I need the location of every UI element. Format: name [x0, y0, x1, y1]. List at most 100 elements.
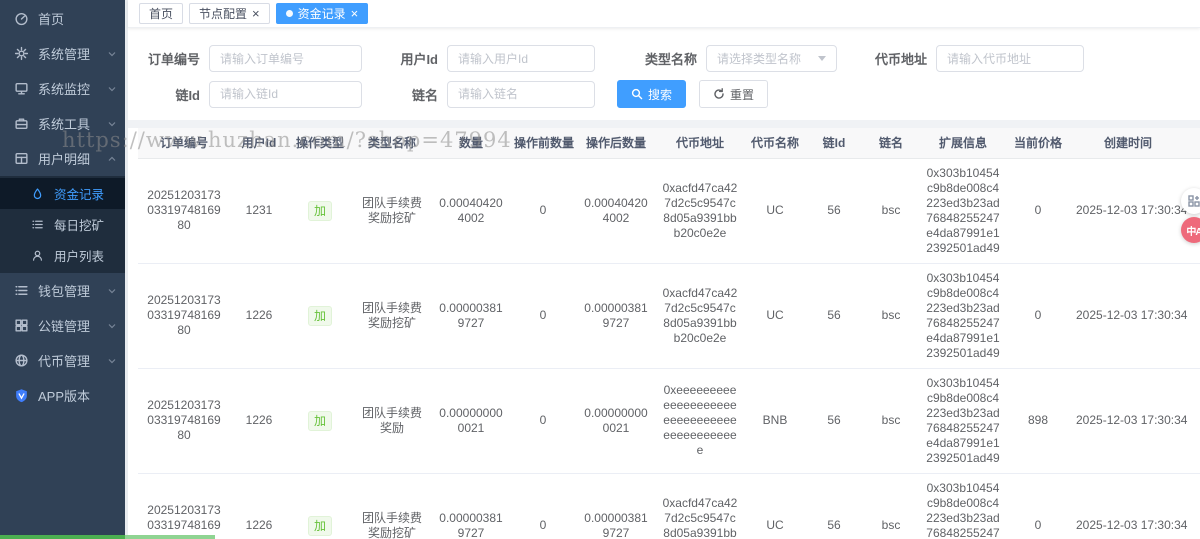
cell-op-type: 加: [288, 368, 352, 473]
table-row[interactable]: 202512031730331974816980 1226 加 团队手续费奖励 …: [138, 368, 1200, 473]
cell-current-price: 898: [1006, 368, 1070, 473]
order-no-input[interactable]: [209, 45, 362, 72]
sidebar-item-user-detail[interactable]: 用户明细: [0, 141, 125, 176]
chevron-down-icon: [107, 356, 117, 366]
reset-button[interactable]: 重置: [699, 80, 768, 108]
reset-button-label: 重置: [730, 86, 754, 103]
type-name-select-placeholder: 请选择类型名称: [717, 50, 801, 67]
cell-before-qty: 0: [510, 473, 576, 539]
user-icon: [30, 248, 45, 263]
cell-chain-id: 56: [806, 263, 862, 368]
cell-token-name: UC: [744, 158, 806, 263]
table-row[interactable]: 202512031730331974816980 1226 加 团队手续费奖励挖…: [138, 473, 1200, 539]
cell-user-id: 1226: [230, 473, 288, 539]
cell-token-name: UC: [744, 263, 806, 368]
search-button[interactable]: 搜索: [617, 80, 686, 108]
chevron-down-icon: [107, 321, 117, 331]
cell-ext-info: 0x303b10454c9b8de008c4223ed3b23ad7684825…: [920, 473, 1006, 539]
bottom-progress-bar: [0, 535, 215, 539]
cell-remark: 十代奖励: [1186, 263, 1200, 368]
sidebar-item-token-mgmt[interactable]: 代币管理: [0, 343, 125, 378]
sidebar-item-system-monitor[interactable]: 系统监控: [0, 71, 125, 106]
cell-chain-name: bsc: [862, 158, 920, 263]
cell-chain-name: bsc: [862, 263, 920, 368]
cell-type-name: 团队手续费奖励挖矿: [352, 158, 432, 263]
cell-quantity: 0.000003819727: [432, 473, 510, 539]
cell-order-no: 202512031730331974816980: [138, 158, 230, 263]
close-icon[interactable]: [252, 7, 260, 20]
sidebar-item-label: 钱包管理: [38, 281, 107, 300]
user-id-input[interactable]: [447, 45, 595, 72]
tab-home[interactable]: 首页: [139, 3, 183, 24]
user-id-label: 用户Id: [392, 49, 438, 68]
cell-token-name: UC: [744, 473, 806, 539]
cell-user-id: 1226: [230, 368, 288, 473]
tab-label: 资金记录: [298, 5, 346, 22]
type-name-select[interactable]: 请选择类型名称: [706, 45, 837, 72]
sidebar-item-system-tools[interactable]: 系统工具: [0, 106, 125, 141]
cell-type-name: 团队手续费奖励挖矿: [352, 263, 432, 368]
table-row[interactable]: 202512031730331974816980 1231 加 团队手续费奖励挖…: [138, 158, 1200, 263]
table-row[interactable]: 202512031730331974816980 1226 加 团队手续费奖励挖…: [138, 263, 1200, 368]
sidebar-item-user-list[interactable]: 用户列表: [0, 240, 125, 271]
widget-grid-button[interactable]: [1181, 188, 1200, 214]
table-header-cell: 代币名称: [744, 128, 806, 158]
cell-op-type: 加: [288, 263, 352, 368]
token-addr-input[interactable]: [936, 45, 1084, 72]
op-type-badge: 加: [308, 411, 332, 431]
tab-label: 节点配置: [199, 5, 247, 22]
droplet-icon: [30, 186, 45, 201]
sidebar-item-chain-mgmt[interactable]: 公链管理: [0, 308, 125, 343]
sidebar-item-daily-mining[interactable]: 每日挖矿: [0, 209, 125, 240]
table-header-row: 订单编号用户Id操作类型类型名称数量操作前数量操作后数量代币地址代币名称链Id链…: [138, 128, 1200, 158]
grid-plus-icon: [1187, 194, 1200, 208]
chain-id-input[interactable]: [209, 81, 362, 108]
table-icon: [14, 151, 29, 166]
sidebar-item-label: 系统管理: [38, 44, 107, 63]
sidebar-item-label: 首页: [38, 9, 117, 28]
cell-created-time: 2025-12-03 17:30:34: [1070, 263, 1186, 368]
table-header-cell: 扩展信息: [920, 128, 1006, 158]
chain-name-input[interactable]: [447, 81, 595, 108]
sidebar-submenu-user-detail: 资金记录 每日挖矿 用户列表: [0, 176, 125, 273]
table-header-cell: 链名: [862, 128, 920, 158]
sidebar-item-label: 系统工具: [38, 114, 107, 133]
sidebar-item-fund-records[interactable]: 资金记录: [0, 178, 125, 209]
tab-node-config[interactable]: 节点配置: [189, 3, 270, 24]
close-icon[interactable]: [351, 7, 359, 20]
admin-app: 首页 系统管理 系统监控 系统工具 用: [0, 0, 1200, 539]
cell-token-address: 0xeeeeeeeeeeeeeeeeeeeeeeeeeeeeeeeeeeeeee…: [656, 368, 744, 473]
translate-button[interactable]: 中A: [1181, 217, 1200, 243]
sidebar-item-label: 系统监控: [38, 79, 107, 98]
cell-after-qty: 0.000000000021: [576, 368, 656, 473]
sidebar-item-home[interactable]: 首页: [0, 1, 125, 36]
cell-user-id: 1231: [230, 158, 288, 263]
progress-segment-light: [125, 535, 215, 539]
tab-fund-records[interactable]: 资金记录: [276, 3, 369, 24]
chevron-down-icon: [107, 84, 117, 94]
cell-created-time: 2025-12-03 17:30:34: [1070, 473, 1186, 539]
chain-id-label: 链Id: [142, 85, 200, 104]
op-type-badge: 加: [308, 201, 332, 221]
cell-type-name: 团队手续费奖励挖矿: [352, 473, 432, 539]
cell-current-price: 0: [1006, 158, 1070, 263]
sidebar-item-system-mgmt[interactable]: 系统管理: [0, 36, 125, 71]
sidebar-item-label: 用户列表: [54, 246, 117, 265]
sidebar-item-wallet-mgmt[interactable]: 钱包管理: [0, 273, 125, 308]
dashboard-icon: [14, 11, 29, 26]
cell-chain-name: bsc: [862, 473, 920, 539]
sidebar-item-label: 用户明细: [38, 149, 107, 168]
toolbox-icon: [14, 116, 29, 131]
table-header-cell: 备注: [1186, 128, 1200, 158]
fund-records-table: 订单编号用户Id操作类型类型名称数量操作前数量操作后数量代币地址代币名称链Id链…: [138, 128, 1200, 539]
gear-icon: [14, 46, 29, 61]
table-header-cell: 操作后数量: [576, 128, 656, 158]
list-icon: [30, 217, 45, 232]
cell-quantity: 0.000003819727: [432, 263, 510, 368]
sidebar-item-app-version[interactable]: APP版本: [0, 378, 125, 413]
cell-quantity: 0.000404204002: [432, 158, 510, 263]
sidebar: 首页 系统管理 系统监控 系统工具 用: [0, 0, 125, 539]
token-addr-label: 代币地址: [869, 49, 927, 68]
table-header-cell: 操作类型: [288, 128, 352, 158]
cell-order-no: 202512031730331974816980: [138, 368, 230, 473]
